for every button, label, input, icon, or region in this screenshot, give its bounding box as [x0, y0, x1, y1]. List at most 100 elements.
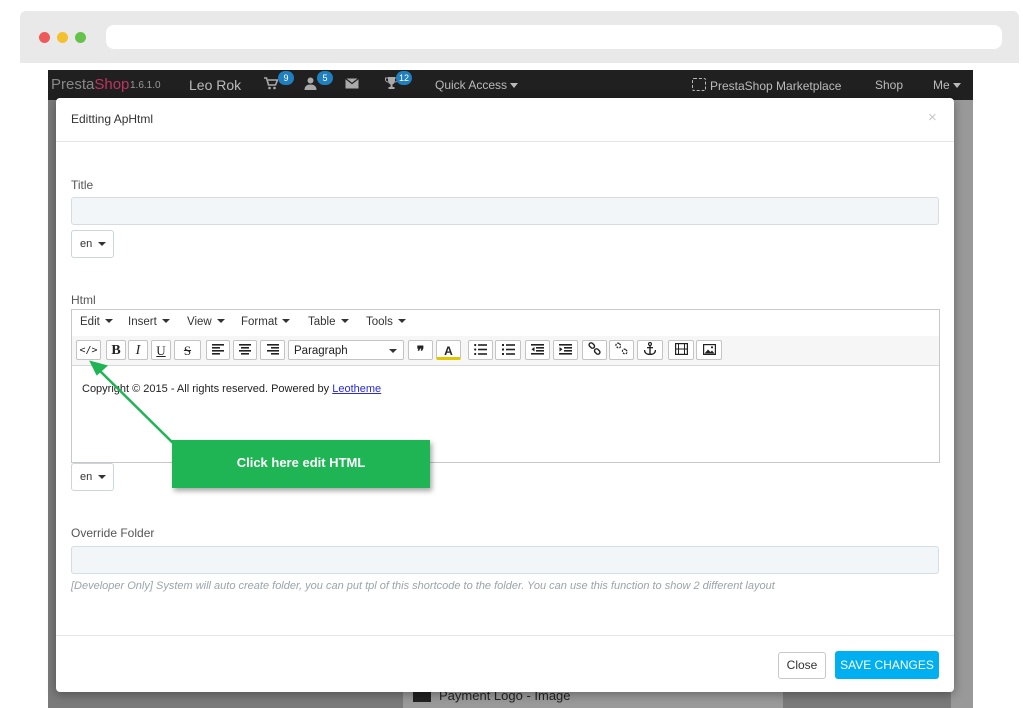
html-label: Html	[71, 293, 96, 307]
caret-down-icon	[282, 319, 291, 323]
caret-down-icon	[397, 319, 406, 323]
editor-toolbar: </> B I U S Paragraph ❞ A	[72, 336, 939, 366]
override-folder-label: Override Folder	[71, 526, 155, 540]
user-icon[interactable]	[304, 77, 317, 93]
notifications-badge: 12	[396, 71, 412, 85]
shop-link[interactable]: Shop	[875, 78, 903, 92]
source-code-button[interactable]: </>	[76, 340, 101, 360]
bullet-list-icon	[474, 343, 487, 356]
edit-modal: Editting ApHtml × Title en Html Edit Ins…	[56, 98, 954, 692]
menu-view[interactable]: View	[187, 316, 225, 328]
quick-access-dropdown[interactable]: Quick Access	[435, 78, 519, 92]
insert-link-button[interactable]	[582, 340, 607, 360]
address-bar[interactable]	[106, 25, 1002, 49]
modal-header: Editting ApHtml ×	[56, 98, 954, 142]
align-center-button[interactable]	[233, 340, 257, 360]
modal-footer: Close SAVE CHANGES	[56, 635, 954, 693]
outdent-button[interactable]	[525, 340, 550, 360]
menu-tools[interactable]: Tools	[366, 316, 406, 328]
strikethrough-button[interactable]: S	[174, 340, 201, 360]
version-label: 1.6.1.0	[130, 80, 161, 91]
title-input[interactable]	[71, 197, 939, 225]
caret-down-icon	[104, 319, 113, 323]
caret-down-icon	[161, 319, 170, 323]
menu-table[interactable]: Table	[308, 316, 349, 328]
insert-anchor-button[interactable]	[637, 340, 663, 360]
top-navigation: PrestaShop 1.6.1.0 Leo Rok 9 5 12 Quick …	[48, 70, 973, 100]
envelope-icon[interactable]	[345, 77, 359, 92]
insert-video-button[interactable]	[668, 340, 694, 360]
menu-insert[interactable]: Insert	[128, 316, 170, 328]
editor-content-area[interactable]: Copyright © 2015 - All rights reserved. …	[82, 383, 381, 395]
content-link[interactable]: Leotheme	[332, 383, 381, 395]
caret-down-icon	[98, 475, 106, 479]
close-icon[interactable]: ×	[928, 109, 937, 126]
me-label: Me	[933, 78, 950, 92]
language-label: en	[80, 471, 93, 483]
customers-badge: 5	[317, 71, 333, 85]
chevron-down-icon	[953, 83, 962, 89]
format-select[interactable]: Paragraph	[288, 340, 404, 360]
remove-link-button[interactable]	[609, 340, 634, 360]
anchor-icon	[643, 341, 657, 356]
me-dropdown[interactable]: Me	[933, 78, 962, 92]
marketplace-label: PrestaShop Marketplace	[710, 79, 842, 93]
indent-button[interactable]	[553, 340, 578, 360]
menu-edit[interactable]: Edit	[80, 316, 113, 328]
caret-down-icon	[389, 349, 397, 353]
blockquote-button[interactable]: ❞	[408, 340, 433, 360]
align-right-button[interactable]	[260, 340, 285, 360]
align-left-button[interactable]	[206, 340, 230, 360]
logo-shop-text: Shop	[94, 76, 130, 93]
window-maximize-dot[interactable]	[75, 32, 86, 43]
title-label: Title	[71, 178, 94, 192]
underline-button[interactable]: U	[151, 340, 171, 360]
caret-down-icon	[216, 319, 225, 323]
menu-label: Tools	[366, 316, 393, 328]
callout-box: Click here edit HTML	[172, 440, 430, 488]
caret-down-icon	[340, 319, 349, 323]
content-text: Copyright © 2015 - All rights reserved. …	[82, 383, 333, 395]
menu-label: View	[187, 316, 212, 328]
close-button[interactable]: Close	[778, 652, 826, 679]
chevron-down-icon	[510, 83, 519, 89]
menu-label: Format	[241, 316, 278, 328]
outdent-icon	[531, 344, 544, 355]
quick-access-label: Quick Access	[435, 78, 508, 92]
help-text: [Developer Only] System will auto create…	[71, 580, 775, 592]
menu-format[interactable]: Format	[241, 316, 291, 328]
window-minimize-dot[interactable]	[57, 32, 68, 43]
title-language-dropdown[interactable]: en	[71, 230, 114, 258]
browser-title-bar	[20, 11, 1019, 63]
bullet-list-button[interactable]	[468, 340, 493, 360]
orders-badge: 9	[278, 71, 294, 85]
language-label: en	[80, 238, 93, 250]
align-right-icon	[266, 344, 279, 355]
link-icon	[588, 342, 601, 355]
align-left-icon	[212, 344, 224, 355]
window-close-dot[interactable]	[39, 32, 50, 43]
menu-label: Insert	[128, 316, 157, 328]
store-name-link[interactable]: Leo Rok	[189, 77, 241, 93]
puzzle-icon	[692, 78, 706, 91]
text-color-button[interactable]: A	[436, 340, 461, 360]
override-folder-input[interactable]	[71, 546, 939, 574]
insert-image-button[interactable]	[696, 340, 722, 360]
menu-label: Table	[308, 316, 336, 328]
logo-presta-text: Presta	[51, 76, 95, 93]
indent-icon	[559, 344, 572, 355]
prestashop-logo[interactable]: PrestaShop	[51, 76, 129, 93]
cart-icon[interactable]	[264, 77, 279, 93]
bold-button[interactable]: B	[106, 340, 126, 360]
italic-button[interactable]: I	[128, 340, 148, 360]
html-language-dropdown[interactable]: en	[71, 463, 114, 491]
editor-menubar: Edit Insert View Format Table Tools	[72, 310, 939, 337]
format-select-value: Paragraph	[294, 345, 348, 357]
numbered-list-button[interactable]	[495, 340, 521, 360]
numbered-list-icon	[501, 344, 515, 355]
marketplace-link[interactable]: PrestaShop Marketplace	[692, 78, 841, 93]
menu-label: Edit	[80, 316, 100, 328]
modal-title: Editting ApHtml	[71, 112, 154, 126]
film-icon	[674, 343, 688, 356]
save-changes-button[interactable]: SAVE CHANGES	[835, 651, 939, 679]
